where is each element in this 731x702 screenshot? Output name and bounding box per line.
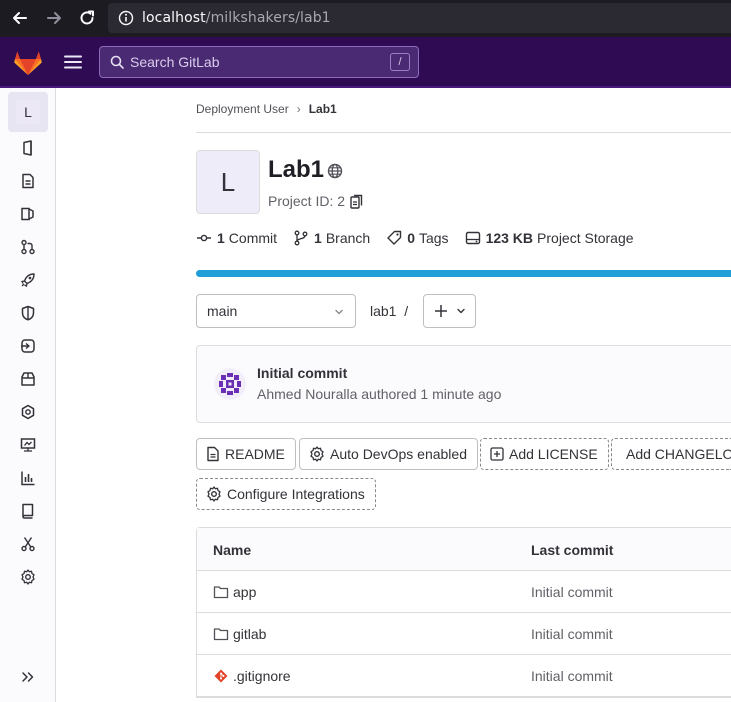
- table-row[interactable]: app Initial commit: [197, 571, 731, 613]
- site-info-icon[interactable]: [118, 10, 134, 26]
- tag-icon: [387, 230, 402, 245]
- storage-link[interactable]: 123 KB Project Storage: [465, 230, 634, 246]
- gear-icon: [310, 446, 324, 462]
- back-arrow-icon[interactable]: [10, 8, 30, 28]
- analytics-icon[interactable]: [18, 468, 38, 488]
- table-header: Name Last commit: [197, 528, 731, 571]
- breadcrumb-parent[interactable]: Deployment User: [196, 102, 289, 116]
- address-bar[interactable]: localhost/milkshakers/lab1: [108, 3, 731, 33]
- ci-cd-rocket-icon[interactable]: [18, 270, 38, 290]
- last-commit-panel: Initial commit Ahmed Nouralla authored 1…: [196, 345, 731, 423]
- header-last-commit: Last commit: [531, 542, 614, 558]
- project-stats: 1 Commit 1 Branch 0 Tags 123 KB Project Stor…: [196, 230, 650, 246]
- project-id: Project ID: 2: [268, 193, 346, 209]
- git-file-icon: [214, 669, 228, 683]
- commit-icon: [197, 234, 211, 242]
- folder-icon: [213, 628, 229, 641]
- plus-icon: [434, 305, 447, 317]
- issues-icon[interactable]: [18, 204, 38, 224]
- file-tree-table: Name Last commit app Initial commit gitl…: [196, 527, 731, 698]
- file-name-link[interactable]: .gitignore: [213, 668, 291, 684]
- tags-link[interactable]: 0 Tags: [386, 230, 449, 246]
- packages-icon[interactable]: [18, 369, 38, 389]
- file-icon: [207, 446, 219, 462]
- add-file-dropdown[interactable]: [423, 294, 476, 328]
- repository-icon[interactable]: [18, 171, 38, 191]
- search-shortcut-key: /: [390, 53, 410, 71]
- collapse-sidebar-icon[interactable]: [18, 667, 38, 687]
- merge-requests-icon[interactable]: [18, 237, 38, 257]
- add-changelog-button[interactable]: Add CHANGELOG: [611, 438, 731, 470]
- wiki-icon[interactable]: [18, 501, 38, 521]
- browser-toolbar: localhost/milkshakers/lab1: [0, 0, 731, 37]
- sidebar-project-avatar[interactable]: L: [8, 92, 48, 132]
- file-name-link[interactable]: app: [213, 584, 256, 600]
- project-sidebar: L: [0, 88, 56, 702]
- storage-disk-icon: [465, 231, 480, 245]
- table-row[interactable]: .gitignore Initial commit: [197, 655, 731, 697]
- breadcrumb-divider: [196, 132, 731, 133]
- commits-link[interactable]: 1 Commit: [196, 230, 277, 246]
- breadcrumb: Deployment User › Lab1: [196, 102, 337, 116]
- monitor-icon[interactable]: [18, 435, 38, 455]
- public-globe-icon: [327, 163, 343, 184]
- menu-hamburger-icon[interactable]: [64, 55, 82, 74]
- row-last-commit[interactable]: Initial commit: [531, 584, 613, 600]
- author-avatar[interactable]: [214, 368, 246, 400]
- project-title: Lab1: [268, 156, 325, 183]
- settings-gear-icon[interactable]: [18, 567, 38, 587]
- gitlab-top-bar: Search GitLab /: [0, 37, 731, 88]
- folder-icon: [213, 586, 229, 599]
- storage-progress-bar: [196, 270, 731, 277]
- chevron-down-icon: [335, 309, 343, 315]
- plus-square-icon: [490, 447, 504, 461]
- commit-title-link[interactable]: Initial commit: [257, 365, 347, 381]
- main-content: Deployment User › Lab1 L Lab1 Project ID…: [56, 88, 731, 702]
- branches-link[interactable]: 1 Branch: [293, 230, 370, 246]
- copy-icon[interactable]: [350, 194, 364, 215]
- commit-meta: Ahmed Nouralla authored 1 minute ago: [257, 386, 502, 402]
- configure-integrations-button[interactable]: Configure Integrations: [196, 478, 376, 510]
- reload-icon[interactable]: [77, 8, 97, 28]
- breadcrumb-current[interactable]: Lab1: [309, 102, 337, 116]
- gitlab-logo-icon[interactable]: [13, 48, 43, 81]
- auto-devops-button[interactable]: Auto DevOps enabled: [299, 438, 478, 470]
- repo-path[interactable]: lab1 /: [370, 303, 408, 319]
- add-license-button[interactable]: Add LICENSE: [480, 438, 609, 470]
- branch-selector[interactable]: main: [196, 294, 356, 328]
- row-last-commit[interactable]: Initial commit: [531, 668, 613, 684]
- infrastructure-icon[interactable]: [18, 402, 38, 422]
- search-input[interactable]: Search GitLab /: [99, 46, 419, 78]
- project-avatar: L: [196, 150, 260, 214]
- header-name: Name: [213, 542, 252, 558]
- gear-icon: [207, 486, 221, 502]
- table-row[interactable]: gitlab Initial commit: [197, 613, 731, 655]
- row-last-commit[interactable]: Initial commit: [531, 626, 613, 642]
- breadcrumb-separator-icon: ›: [296, 102, 301, 116]
- project-overview-icon[interactable]: [18, 138, 38, 158]
- chevron-down-icon: [456, 308, 465, 314]
- readme-button[interactable]: README: [196, 438, 296, 470]
- deployments-icon[interactable]: [18, 336, 38, 356]
- url-text: localhost/milkshakers/lab1: [142, 10, 331, 26]
- security-shield-icon[interactable]: [18, 303, 38, 323]
- file-name-link[interactable]: gitlab: [213, 626, 266, 642]
- branch-icon: [294, 230, 308, 246]
- forward-arrow-icon[interactable]: [44, 8, 64, 28]
- snippets-icon[interactable]: [18, 534, 38, 554]
- search-icon: [110, 55, 124, 69]
- search-placeholder: Search GitLab: [130, 54, 220, 70]
